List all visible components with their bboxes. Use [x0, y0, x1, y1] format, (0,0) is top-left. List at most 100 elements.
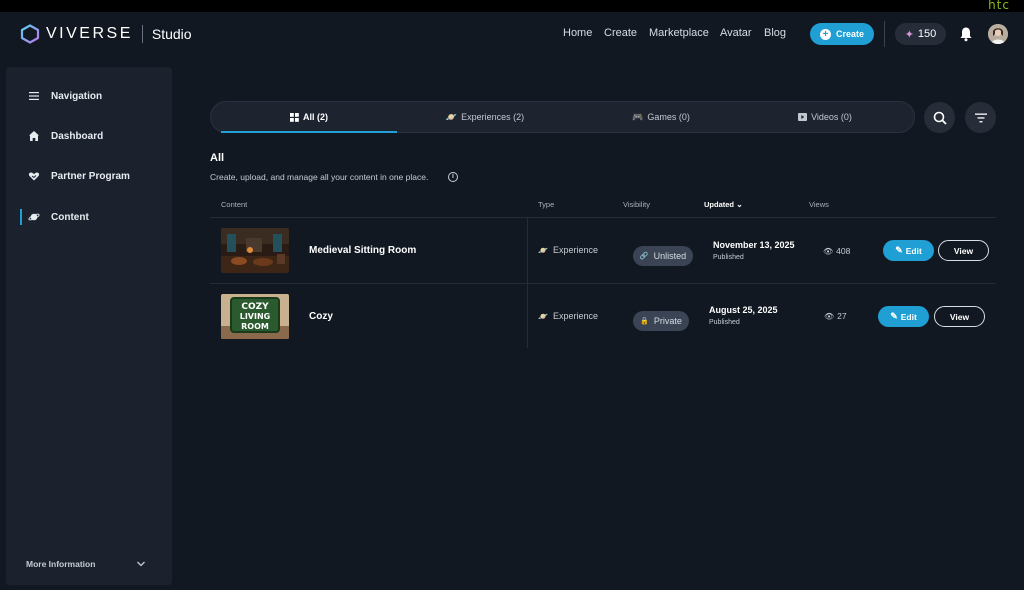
content-thumbnail[interactable]: COZY LIVING ROOM	[221, 294, 289, 339]
htc-logo: htc	[988, 0, 1010, 12]
content-type: 🪐 Experience	[538, 311, 598, 321]
sidebar-item-label: Content	[51, 211, 89, 223]
edit-button-label: Edit	[905, 245, 922, 256]
planet-icon: 🪐	[445, 111, 458, 122]
column-divider	[527, 218, 528, 348]
create-button-label: Create	[835, 29, 864, 39]
tab-games[interactable]: 🎮 Games (0)	[573, 102, 749, 132]
view-button[interactable]: View	[938, 240, 989, 261]
logo-divider	[141, 25, 143, 43]
gamepad-icon: 🎮	[632, 111, 644, 122]
filter-icon	[974, 113, 987, 122]
content-tabs: All (2) 🪐 Experiences (2) 🎮 Games (0) Vi…	[210, 101, 915, 133]
column-header-updated[interactable]: Updated ⌄	[704, 200, 743, 209]
sidebar-item-content[interactable]: Content	[6, 207, 172, 227]
sparkle-icon: ✦	[904, 28, 914, 41]
publish-status: Published	[713, 254, 744, 261]
tab-label: Videos (0)	[811, 112, 852, 122]
column-header-views: Views	[809, 200, 829, 209]
planet-icon: 🪐	[538, 311, 548, 321]
page-title: All	[210, 152, 225, 164]
plus-circle-icon: +	[819, 28, 831, 40]
header-divider	[884, 21, 885, 47]
product-name: Studio	[151, 26, 192, 42]
tab-videos[interactable]: Videos (0)	[737, 102, 913, 132]
sidebar-item-navigation[interactable]: Navigation	[6, 86, 172, 106]
tab-label: Games (0)	[647, 112, 690, 122]
filter-button[interactable]	[965, 102, 996, 133]
column-header-type: Type	[538, 200, 555, 209]
nav-link-marketplace[interactable]: Marketplace	[649, 27, 709, 39]
link-icon: 🔗	[639, 253, 649, 260]
table-divider	[210, 283, 996, 284]
tab-label: Experiences (2)	[461, 112, 525, 122]
sidebar-item-label: Partner Program	[51, 170, 130, 182]
info-icon[interactable]: i	[448, 172, 458, 182]
views-count: 👁 27	[824, 311, 847, 321]
content-type: 🪐 Experience	[538, 245, 598, 255]
views-count: 👁 408	[823, 246, 850, 256]
sidebar-item-dashboard[interactable]: Dashboard	[6, 126, 172, 146]
medieval-room-thumbnail	[221, 228, 289, 273]
edit-button[interactable]: ✎ Edit	[883, 240, 934, 261]
content-name[interactable]: Medieval Sitting Room	[309, 245, 416, 256]
search-icon	[933, 111, 947, 125]
pencil-icon: ✎	[890, 311, 898, 321]
sidebar: Navigation Dashboard Partner Program Con…	[6, 67, 172, 585]
content-type-label: Experience	[552, 245, 598, 255]
visibility-badge: 🔗 Unlisted	[633, 246, 693, 266]
thumbnail-text: LIVING	[240, 312, 271, 321]
menu-icon	[29, 92, 39, 100]
pencil-icon: ✎	[895, 245, 903, 255]
sidebar-item-label: Dashboard	[51, 130, 104, 142]
nav-link-create[interactable]: Create	[604, 27, 637, 39]
more-information-toggle[interactable]: More Information	[26, 559, 95, 569]
views-value: 27	[837, 311, 847, 321]
column-header-content: Content	[221, 200, 248, 209]
planet-icon: 🪐	[538, 245, 548, 255]
user-avatar[interactable]	[988, 24, 1008, 44]
viverse-logo-icon	[20, 24, 40, 44]
planet-icon	[28, 213, 40, 221]
bell-icon[interactable]	[959, 26, 973, 42]
brand-name: VIVERSE	[46, 25, 133, 42]
create-button[interactable]: + Create	[810, 23, 874, 45]
edit-button-label: Edit	[900, 311, 917, 322]
lock-icon: 🔒	[640, 318, 649, 325]
nav-link-avatar[interactable]: Avatar	[720, 27, 752, 39]
credits-count: 150	[917, 28, 937, 40]
chevron-down-icon[interactable]	[136, 559, 146, 569]
visibility-label: Unlisted	[653, 251, 687, 261]
column-header-visibility: Visibility	[623, 200, 650, 209]
credits-badge[interactable]: ✦ 150	[895, 23, 946, 45]
home-icon	[29, 131, 39, 141]
search-button[interactable]	[924, 102, 955, 133]
tab-all[interactable]: All (2)	[221, 102, 397, 132]
edit-button[interactable]: ✎ Edit	[878, 306, 929, 327]
table-divider	[210, 217, 996, 218]
thumbnail-text: ROOM	[241, 322, 269, 331]
content-type-label: Experience	[552, 311, 598, 321]
tab-label: All (2)	[302, 112, 328, 122]
content-name[interactable]: Cozy	[309, 311, 333, 322]
nav-link-home[interactable]: Home	[563, 27, 592, 39]
visibility-label: Private	[653, 316, 682, 326]
view-button[interactable]: View	[934, 306, 985, 327]
updated-date: August 25, 2025	[709, 305, 778, 315]
viverse-studio-logo[interactable]: VIVERSE Studio	[20, 24, 192, 44]
grid-icon	[289, 112, 299, 122]
sidebar-item-label: Navigation	[51, 90, 103, 102]
system-top-strip: htc	[0, 0, 1024, 12]
nav-link-blog[interactable]: Blog	[764, 27, 786, 39]
publish-status: Published	[709, 319, 740, 326]
thumbnail-text: COZY	[241, 302, 269, 312]
eye-icon: 👁	[823, 246, 834, 256]
sidebar-item-partner-program[interactable]: Partner Program	[6, 166, 172, 186]
chevron-down-icon: ⌄	[736, 200, 743, 209]
cozy-living-room-thumbnail: COZY LIVING ROOM	[221, 294, 289, 339]
views-value: 408	[836, 246, 851, 256]
content-thumbnail[interactable]	[221, 228, 289, 273]
user-avatar-image	[988, 24, 1008, 44]
active-tab-underline	[221, 131, 397, 133]
tab-experiences[interactable]: 🪐 Experiences (2)	[397, 102, 573, 132]
